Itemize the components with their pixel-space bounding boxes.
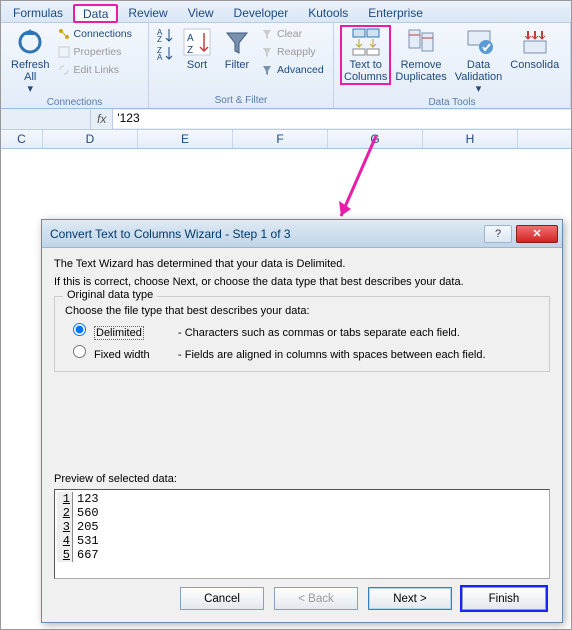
text-to-columns-wizard-dialog: Convert Text to Columns Wizard - Step 1 … [41, 219, 563, 623]
preview-row: 4531 [57, 534, 547, 548]
formula-bar: fx '123 [1, 109, 571, 130]
group-data-tools: Text to Columns Remove Duplicates Data V… [334, 23, 571, 108]
data-validation-button[interactable]: Data Validation ▾ [451, 25, 507, 97]
preview-row: 3205 [57, 520, 547, 534]
col-header-c[interactable]: C [1, 130, 43, 148]
group-label-connections: Connections [7, 97, 142, 109]
text-to-columns-icon [351, 27, 381, 57]
text-to-columns-button[interactable]: Text to Columns [340, 25, 391, 85]
dialog-titlebar[interactable]: Convert Text to Columns Wizard - Step 1 … [42, 220, 562, 248]
col-header-g[interactable]: G [328, 130, 423, 148]
tab-review[interactable]: Review [118, 3, 177, 22]
name-box[interactable] [1, 109, 91, 129]
preview-row: 1123 [57, 492, 547, 506]
remove-duplicates-button[interactable]: Remove Duplicates [391, 25, 450, 85]
fixed-width-radio[interactable] [73, 345, 86, 358]
fixed-width-label[interactable]: Fixed width [94, 349, 174, 361]
links-icon [57, 63, 71, 77]
col-header-d[interactable]: D [43, 130, 138, 148]
worksheet-grid[interactable] [1, 149, 571, 229]
col-header-h[interactable]: H [423, 130, 518, 148]
svg-text:Z: Z [157, 35, 162, 43]
properties-icon [57, 45, 71, 59]
sort-icon: AZ [182, 27, 212, 57]
fixed-width-desc: - Fields are aligned in columns with spa… [178, 349, 486, 361]
tab-enterprise[interactable]: Enterprise [358, 3, 433, 22]
svg-text:A: A [157, 53, 163, 61]
filter-icon [222, 27, 252, 57]
help-button[interactable]: ? [484, 225, 512, 243]
wizard-desc-2: If this is correct, choose Next, or choo… [54, 276, 550, 288]
properties-button[interactable]: Properties [57, 45, 132, 59]
advanced-button[interactable]: Advanced [260, 63, 324, 77]
group-label-sortfilter: Sort & Filter [155, 95, 327, 107]
group-label-datatools: Data Tools [340, 97, 564, 109]
clear-icon [260, 27, 274, 41]
ribbon-tabs: Formulas Data Review View Developer Kuto… [1, 1, 571, 23]
sort-za-icon: ZA [157, 45, 175, 61]
reapply-icon [260, 45, 274, 59]
preview-section: Preview of selected data: 1123 2560 3205… [54, 473, 550, 579]
delimited-radio[interactable] [73, 323, 86, 336]
next-button[interactable]: Next > [368, 587, 452, 610]
preview-row: 2560 [57, 506, 547, 520]
sort-az-icon: AZ [157, 27, 175, 43]
tab-kutools[interactable]: Kutools [298, 3, 358, 22]
original-data-type-fieldset: Original data type Choose the file type … [54, 296, 550, 372]
refresh-all-button[interactable]: Refresh All ▾ [7, 25, 54, 97]
delimited-desc: - Characters such as commas or tabs sepa… [178, 327, 460, 339]
remove-duplicates-icon [406, 27, 436, 57]
fx-label[interactable]: fx [91, 109, 113, 129]
formula-input[interactable]: '123 [113, 110, 571, 128]
close-button[interactable]: ✕ [516, 225, 558, 243]
column-headers: C D E F G H [1, 130, 571, 149]
data-validation-icon [464, 27, 494, 57]
fieldset-legend: Original data type [63, 289, 157, 301]
group-sort-filter: AZ ZA AZ Sort Filter Clear Reapply Advan… [149, 23, 334, 108]
connections-button[interactable]: Connections [57, 27, 132, 41]
consolidate-button[interactable]: Consolida [506, 25, 563, 73]
col-header-f[interactable]: F [233, 130, 328, 148]
tab-view[interactable]: View [178, 3, 224, 22]
tab-developer[interactable]: Developer [224, 3, 299, 22]
group-connections: Refresh All ▾ Connections Properties Edi… [1, 23, 149, 108]
edit-links-button[interactable]: Edit Links [57, 63, 132, 77]
refresh-icon [15, 27, 45, 57]
consolidate-icon [520, 27, 550, 57]
svg-text:Z: Z [187, 45, 193, 56]
finish-button[interactable]: Finish [462, 587, 546, 610]
advanced-icon [260, 63, 274, 77]
sort-button[interactable]: AZ Sort [177, 25, 217, 73]
connections-icon [57, 27, 71, 41]
filter-button[interactable]: Filter [217, 25, 257, 73]
clear-button[interactable]: Clear [260, 27, 324, 41]
svg-text:A: A [187, 33, 194, 44]
sort-az-button[interactable]: AZ ZA [155, 25, 177, 65]
back-button: < Back [274, 587, 358, 610]
tab-formulas[interactable]: Formulas [3, 3, 73, 22]
tab-data[interactable]: Data [73, 4, 118, 23]
dialog-button-row: Cancel < Back Next > Finish [54, 579, 550, 614]
dialog-title: Convert Text to Columns Wizard - Step 1 … [50, 227, 291, 241]
delimited-label[interactable]: Delimited [94, 326, 144, 340]
wizard-desc-1: The Text Wizard has determined that your… [54, 258, 550, 270]
cancel-button[interactable]: Cancel [180, 587, 264, 610]
reapply-button[interactable]: Reapply [260, 45, 324, 59]
preview-label: Preview of selected data: [54, 473, 550, 485]
ribbon: Refresh All ▾ Connections Properties Edi… [1, 23, 571, 109]
choose-label: Choose the file type that best describes… [65, 305, 539, 317]
preview-row: 5667 [57, 548, 547, 562]
col-header-e[interactable]: E [138, 130, 233, 148]
preview-box[interactable]: 1123 2560 3205 4531 5667 [54, 489, 550, 579]
